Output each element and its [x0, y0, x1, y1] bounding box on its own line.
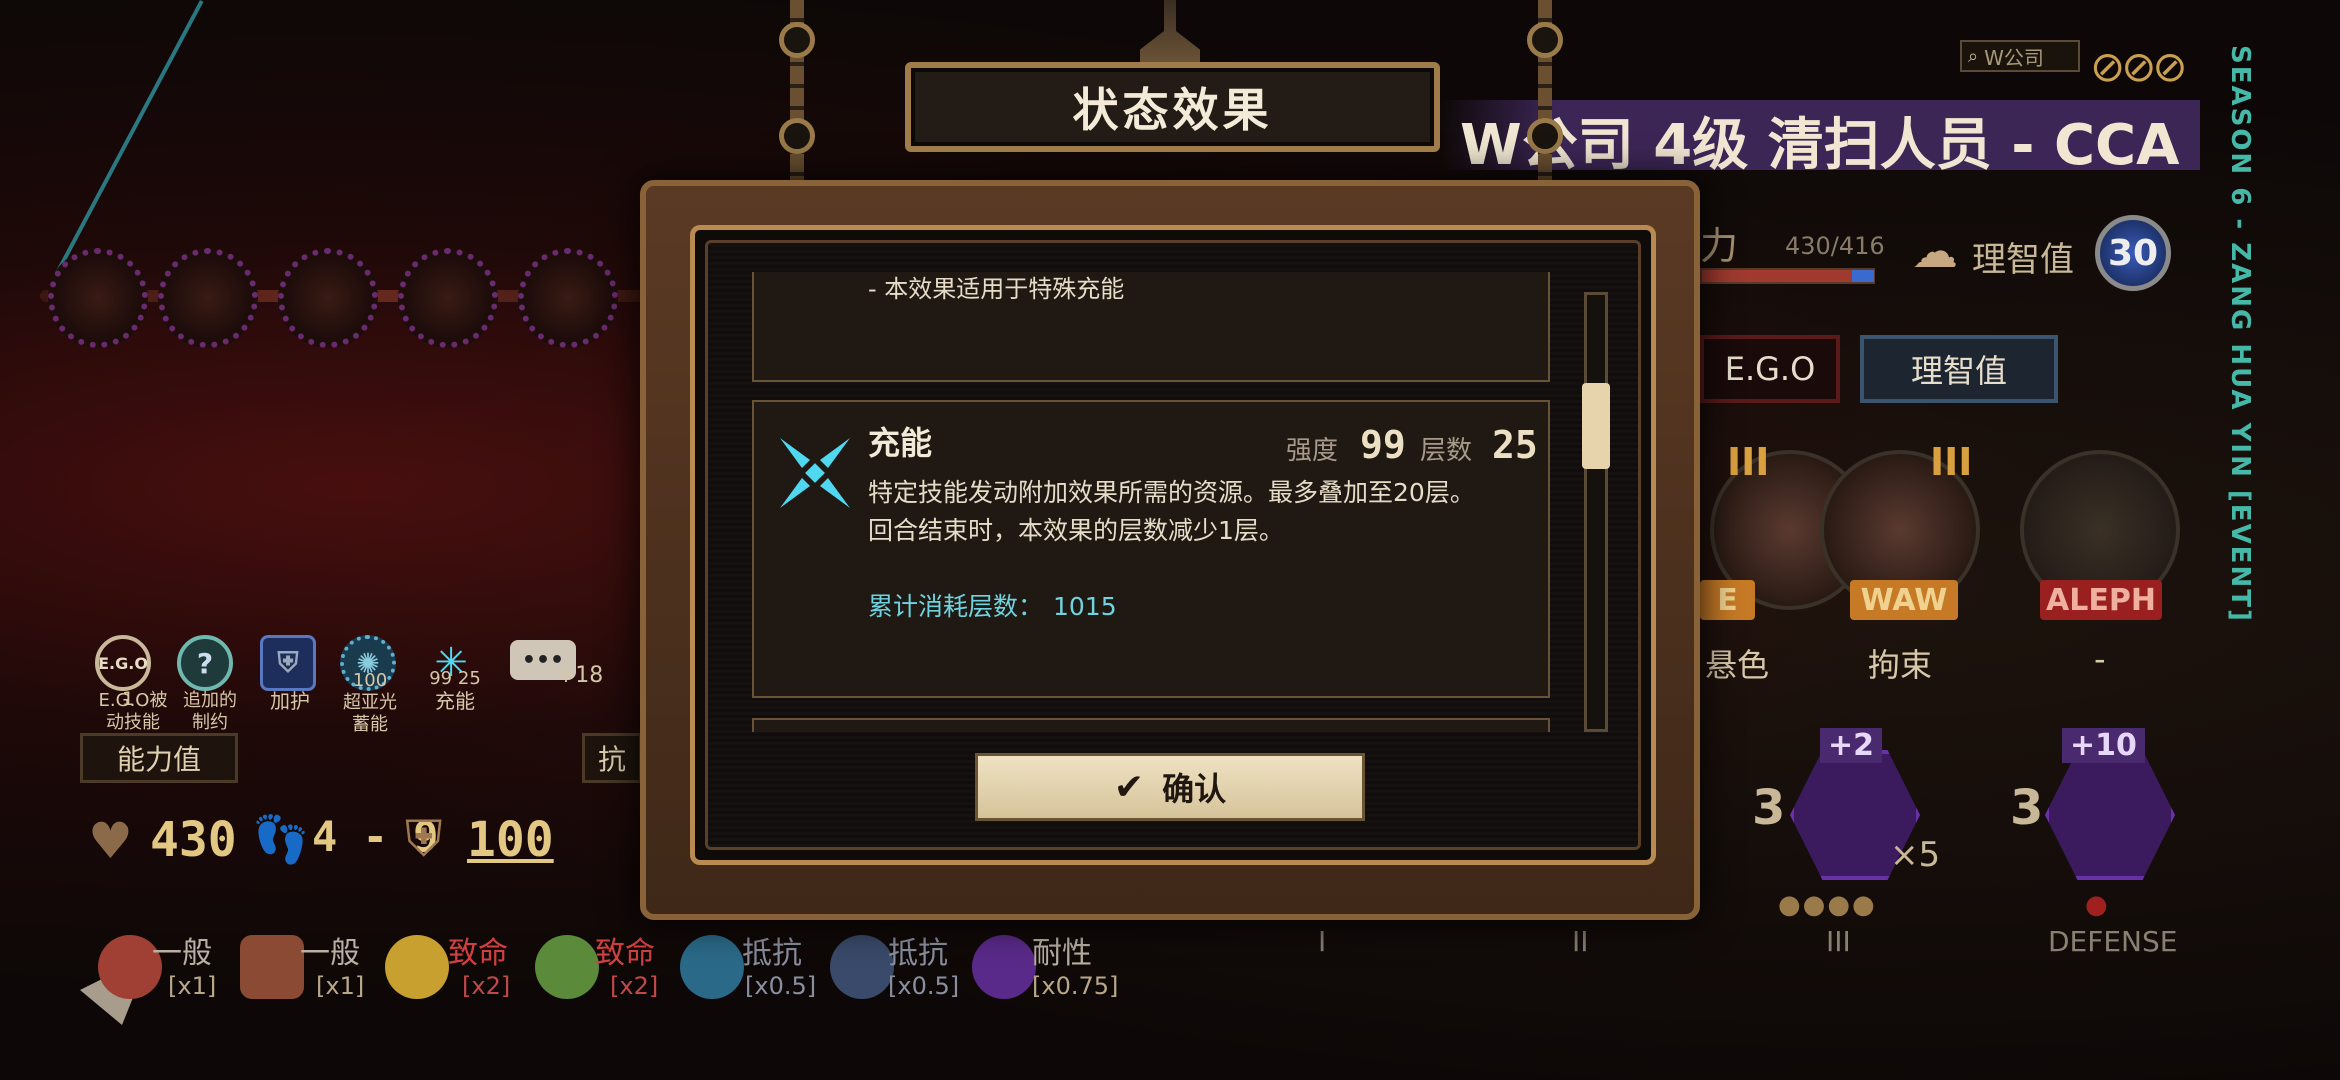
ability-tab[interactable]: 能力值 — [80, 733, 238, 783]
defense-value: 100 — [467, 812, 554, 868]
charge-icon — [780, 438, 850, 508]
status-label: 追加的 制约 — [183, 690, 237, 733]
effect-desc-line2: 回合结束时，本效果的层数减少1层。 — [868, 516, 1284, 545]
coin-icon: ● — [2085, 890, 2108, 920]
ego-icon[interactable]: E.G.O — [95, 635, 151, 691]
stack-value: 25 — [1492, 423, 1538, 467]
gear-purple-icon — [972, 935, 1036, 999]
scrollbar-thumb[interactable] — [1582, 383, 1610, 469]
skill-bonus: +2 — [1820, 728, 1883, 763]
chain-ring — [779, 22, 815, 58]
consumed-value: 1015 — [1053, 592, 1117, 621]
status-count: 100 — [352, 670, 388, 691]
season-label: SEASON 6 - ZANG HUA YIN [EVENT] — [2225, 45, 2255, 623]
leaf-icon — [535, 935, 599, 999]
resist-mult: [x0.5] — [745, 972, 817, 1000]
sanity-label: 理智值 — [1972, 240, 2074, 280]
slot-label: III — [1826, 925, 1851, 958]
slot-label: II — [1572, 925, 1589, 958]
stack-label: 层数 — [1420, 436, 1473, 466]
consumed-label: 累计消耗层数： — [868, 592, 1044, 621]
speed-icon: 👣 — [252, 812, 310, 866]
confirm-button[interactable]: ✔ 确认 — [975, 753, 1365, 821]
grade-badge: WAW — [1850, 580, 1958, 620]
resist-label: 一般 — [300, 936, 360, 971]
resist-label: 致命 — [448, 936, 508, 971]
resist-label: 抵抗 — [742, 936, 802, 971]
hp-value: 430 — [150, 812, 237, 868]
search-label: W公司 — [1984, 45, 2044, 70]
brain-icon: ☁ — [1912, 224, 1958, 278]
prev-entry-text: - 本效果适用于特殊充能 — [868, 275, 1125, 303]
grade-badge: E — [1700, 580, 1755, 620]
resist-mult: [x0.5] — [888, 972, 960, 1000]
portrait-label: 拘束 — [1868, 646, 1933, 684]
resist-mult: [x1] — [316, 972, 365, 1000]
rank-icon: ⊘⊘⊘ — [2090, 42, 2188, 91]
resist-tab[interactable]: 抗 — [582, 733, 642, 783]
confirm-label: 确认 — [1162, 770, 1227, 808]
scrollbar[interactable] — [1584, 292, 1608, 732]
check-icon: ✔ — [1113, 766, 1145, 808]
tier-badge: III — [1930, 440, 1973, 484]
status-count: 99 25 — [429, 668, 481, 689]
sanity-orb: 30 — [2095, 215, 2171, 291]
portrait-label: - — [2094, 640, 2106, 678]
slot-label: DEFENSE — [2048, 925, 2178, 958]
skill-count: 3 — [1752, 780, 1786, 836]
skill-bonus: +10 — [2062, 728, 2145, 763]
chain-ring — [779, 118, 815, 154]
strength-label: 强度 — [1286, 436, 1339, 466]
slot-label: I — [1318, 925, 1327, 958]
status-label: 充能 — [435, 689, 475, 713]
effect-name: 充能 — [868, 424, 933, 462]
tab-ego[interactable]: E.G.O — [1700, 335, 1840, 403]
speed-slot[interactable] — [518, 248, 618, 348]
wave-icon — [680, 935, 744, 999]
crystal-icon — [830, 935, 894, 999]
resist-mult: [x2] — [610, 972, 659, 1000]
list-item — [752, 718, 1550, 732]
shield-icon[interactable]: ⛨ — [260, 635, 316, 691]
grade-badge: ALEPH — [2040, 580, 2162, 620]
chain-ring — [1527, 118, 1563, 154]
resist-mult: [x2] — [462, 972, 511, 1000]
skill-count: 3 — [2010, 780, 2044, 836]
effect-desc-line1: 特定技能发动附加效果所需的资源。最多叠加至20层。 — [868, 478, 1475, 507]
question-icon[interactable]: ? — [177, 635, 233, 691]
speed-slot[interactable] — [398, 248, 498, 348]
speed-slot[interactable] — [278, 248, 378, 348]
stamina-bar — [1700, 268, 1875, 284]
status-label: 加护 — [270, 689, 310, 713]
resist-label: 抵抗 — [888, 936, 948, 971]
more-count: +18 — [556, 663, 604, 688]
stamina-value: 430/416 — [1785, 232, 1885, 260]
search-box[interactable]: ⌕ W公司 — [1960, 40, 2080, 72]
status-label: 超亚光 蓄能 — [343, 692, 397, 735]
defense-icon: ⛨ — [405, 810, 443, 868]
dialog-title: 状态效果 — [1072, 83, 1273, 137]
search-icon: ⌕ — [1968, 45, 1979, 67]
strength-value: 99 — [1360, 423, 1406, 467]
unit-title: W公司 4级 清扫人员 - CCA — [1460, 113, 2180, 178]
coin-icons: ●●●● — [1778, 890, 1877, 920]
resist-label: 一般 — [152, 936, 212, 971]
resist-label: 耐性 — [1032, 936, 1092, 971]
tab-sanity[interactable]: 理智值 — [1860, 335, 2058, 403]
speed-slot[interactable] — [48, 248, 148, 348]
skill-mult: ×5 — [1890, 835, 1941, 875]
tier-badge: III — [1727, 440, 1770, 484]
chain-ring — [1527, 22, 1563, 58]
resist-mult: [x0.75] — [1032, 972, 1119, 1000]
sanity-value: 30 — [2107, 232, 2159, 274]
speed-slot[interactable] — [158, 248, 258, 348]
portrait-label: 悬色 — [1705, 646, 1770, 684]
resist-mult: [x1] — [168, 972, 217, 1000]
stamina-label: 力 — [1700, 224, 1739, 268]
blunt-icon — [385, 935, 449, 999]
pierce-icon — [240, 935, 304, 999]
heart-icon: ♥ — [88, 812, 133, 870]
resist-label: 致命 — [595, 936, 655, 971]
